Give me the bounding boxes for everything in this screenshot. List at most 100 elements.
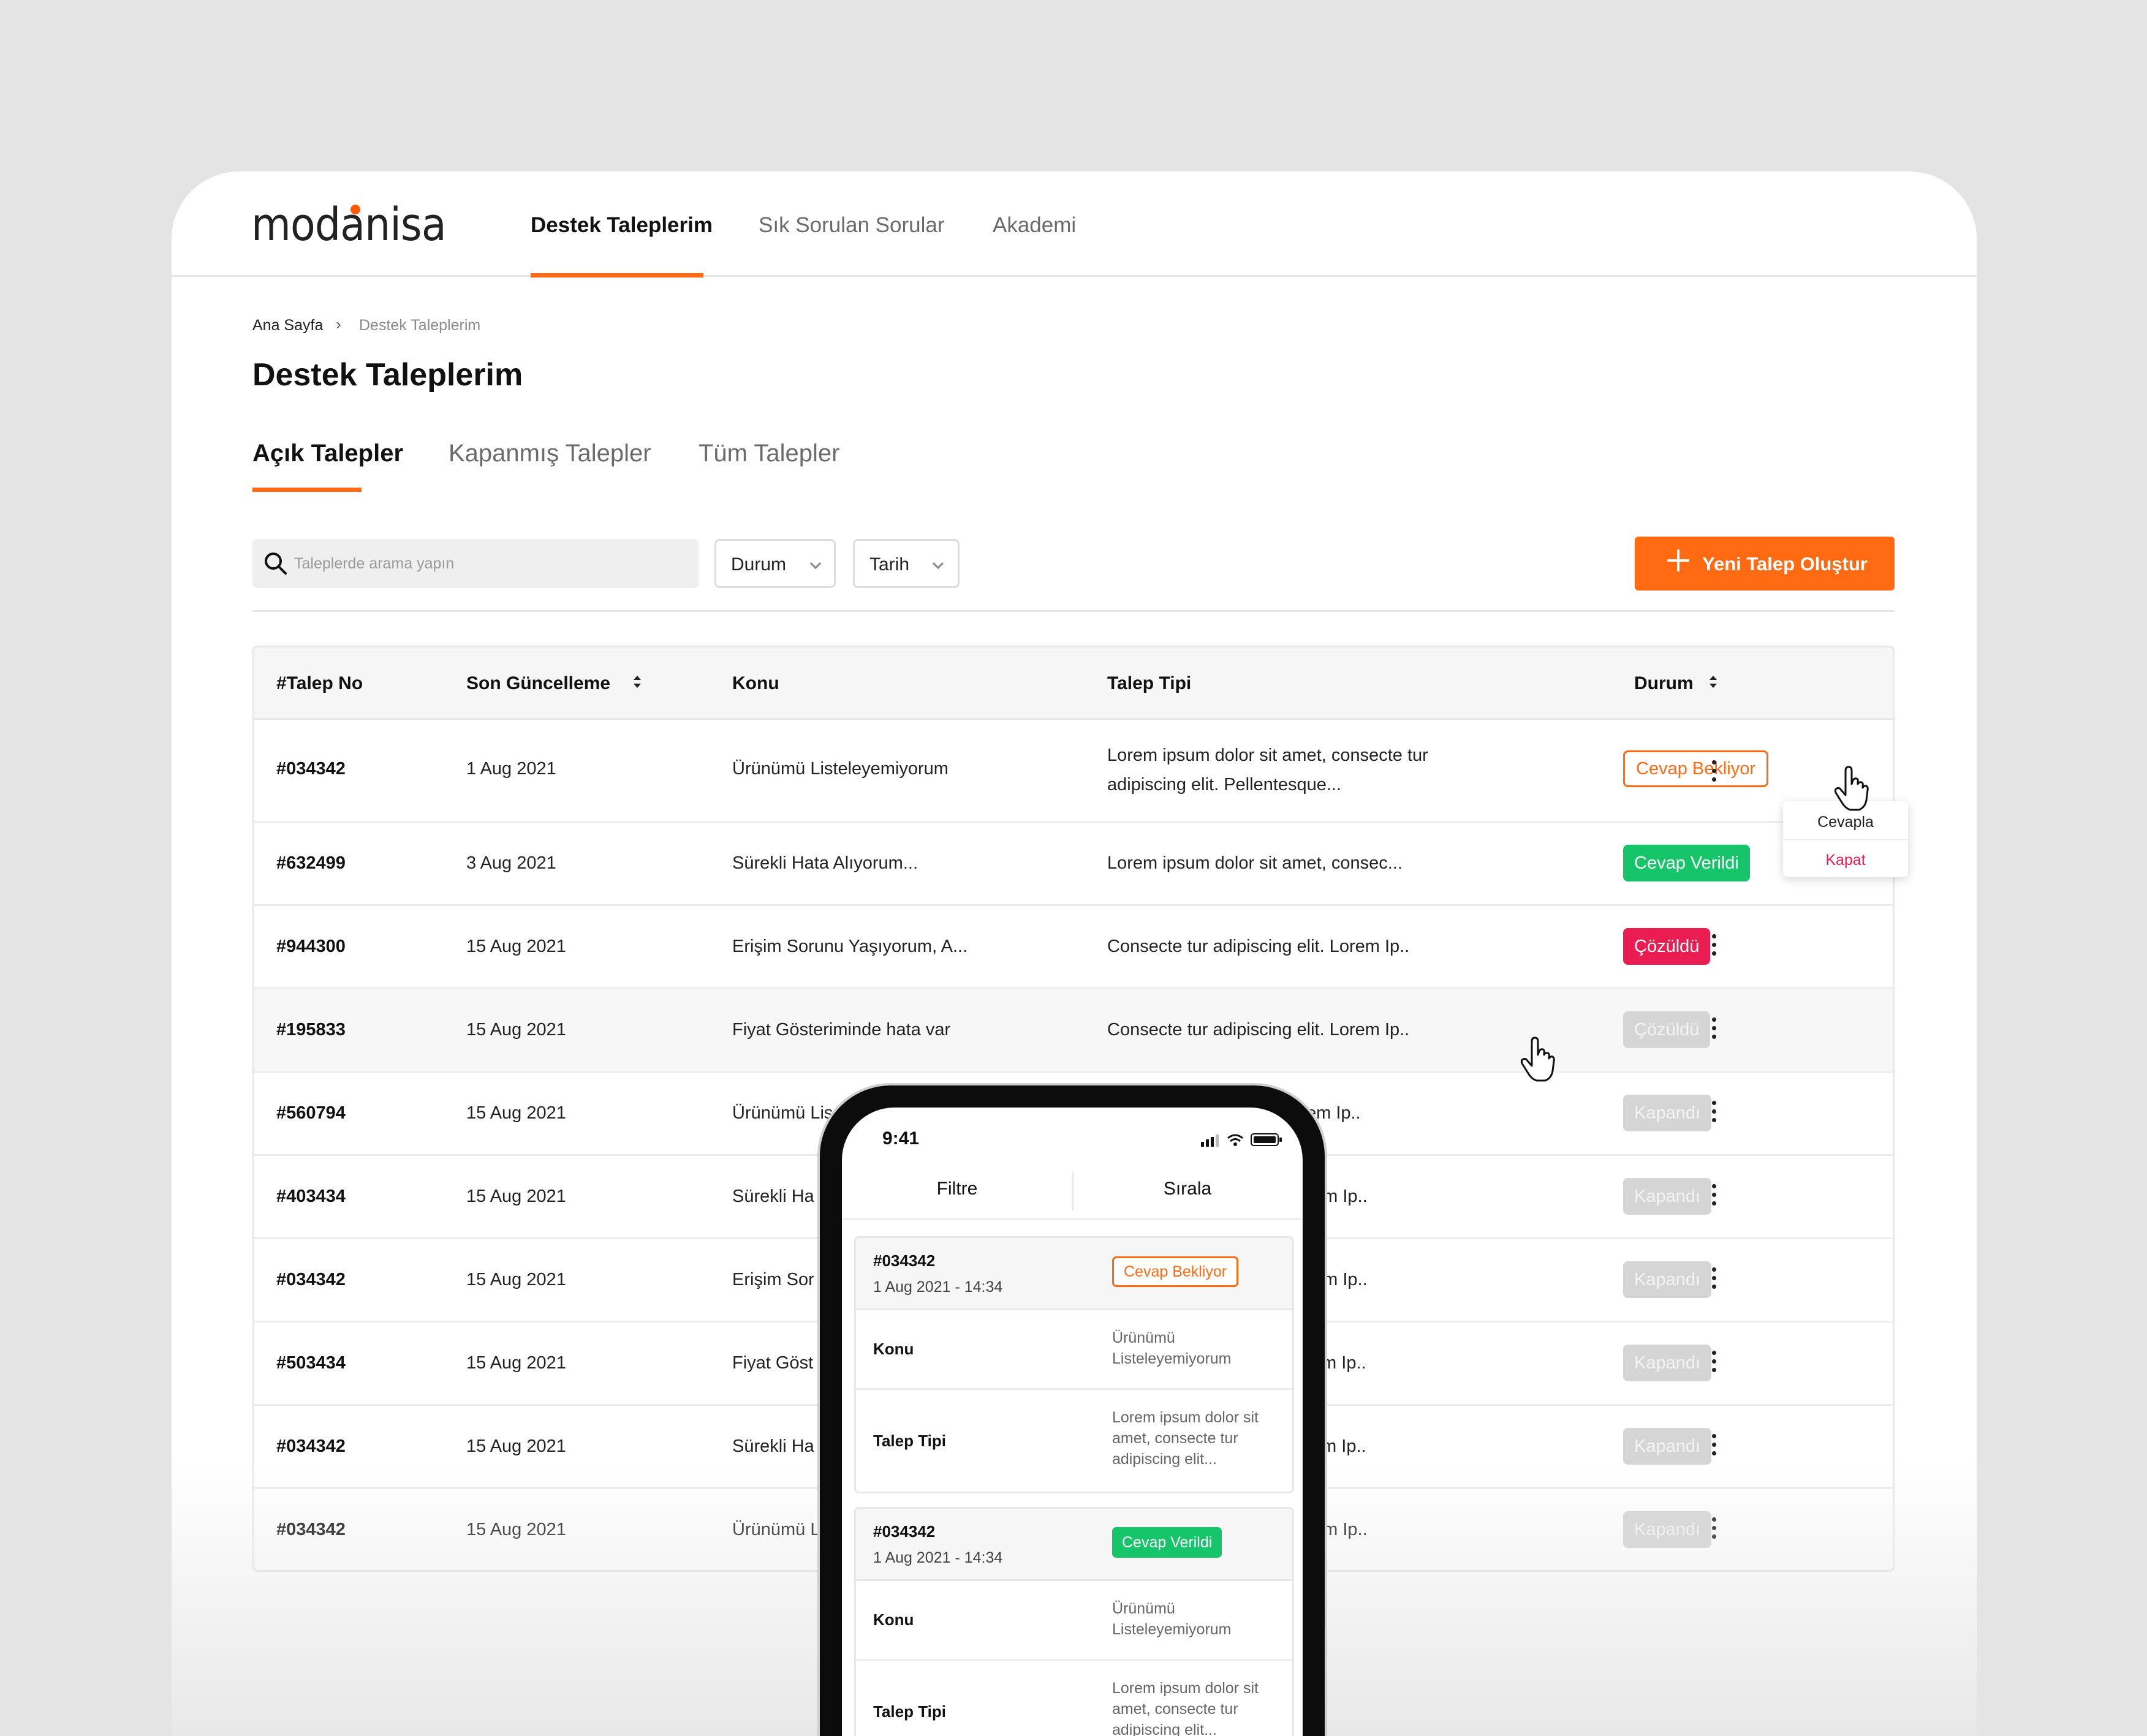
- last-updated: 1 Aug 2021: [466, 759, 556, 779]
- status-badge: Cevap Verildi: [1112, 1527, 1222, 1558]
- mobile-ticket-card[interactable]: #034342 1 Aug 2021 - 14:34 Cevap Verildi…: [854, 1507, 1294, 1736]
- status-badge: Kapandı: [1623, 1178, 1712, 1215]
- ticket-number[interactable]: #944300: [276, 937, 346, 957]
- sort-icon[interactable]: [632, 672, 643, 692]
- search-box[interactable]: [252, 539, 699, 588]
- mobile-filter-button[interactable]: Filtre: [842, 1179, 1072, 1199]
- more-options-icon[interactable]: [1708, 1017, 1720, 1044]
- ticket-number[interactable]: #403434: [276, 1187, 346, 1207]
- new-ticket-button[interactable]: Yeni Talep Oluştur: [1635, 537, 1895, 591]
- status-badge: Çözüldü: [1623, 928, 1711, 965]
- nav-item-sss[interactable]: Sık Sorulan Sorular: [759, 213, 944, 238]
- ticket-type: Consecte tur adipiscing elit. Lorem Ip..: [1107, 937, 1410, 956]
- mobile-ticket-card[interactable]: #034342 1 Aug 2021 - 14:34 Cevap Bekliyo…: [854, 1236, 1294, 1493]
- ticket-number[interactable]: #034342: [276, 759, 346, 779]
- more-options-icon[interactable]: [1708, 1434, 1720, 1461]
- nav-item-destek-taleplerim[interactable]: Destek Taleplerim: [531, 213, 713, 238]
- ticket-subject: Ürünümü Lis: [732, 1103, 833, 1123]
- tab-acik-talepler[interactable]: Açık Talepler: [252, 440, 403, 467]
- ticket-subject: Sürekli Ha: [732, 1436, 814, 1456]
- subject-value: Ürünümü Listeleyemiyorum: [1112, 1329, 1232, 1367]
- ticket-type: Lorem ipsum dolor sit amet, consec...: [1107, 853, 1403, 873]
- column-son-guncelleme[interactable]: Son Güncelleme: [466, 673, 610, 694]
- brand-logo[interactable]: modanisa: [251, 198, 447, 251]
- status-badge: Kapandı: [1623, 1511, 1712, 1548]
- status-badge: Cevap Bekliyor: [1623, 750, 1769, 787]
- table-row[interactable]: #944300 15 Aug 2021 Erişim Sorunu Yaşıyo…: [254, 906, 1893, 989]
- more-options-icon[interactable]: [1708, 934, 1720, 961]
- last-updated: 15 Aug 2021: [466, 1020, 566, 1040]
- breadcrumb-chevron-icon: ›: [336, 315, 341, 333]
- table-row[interactable]: #195833 15 Aug 2021 Fiyat Gösteriminde h…: [254, 989, 1893, 1073]
- tab-active-indicator: [252, 488, 362, 492]
- ticket-subject: Fiyat Göst: [732, 1353, 814, 1373]
- ticket-subject: Fiyat Gösteriminde hata var: [732, 1020, 951, 1040]
- status-badge: Cevap Verildi: [1623, 845, 1750, 881]
- status-filter-label: Durum: [731, 554, 787, 575]
- status-badge: Cevap Bekliyor: [1112, 1256, 1239, 1287]
- table-header: #Talep No Son Güncelleme Konu Talep Tipi…: [254, 647, 1893, 720]
- ticket-subject: Ürünümü L: [732, 1520, 820, 1539]
- subject-key: Konu: [873, 1610, 914, 1629]
- ticket-number[interactable]: #560794: [276, 1103, 346, 1123]
- last-updated: 15 Aug 2021: [466, 1353, 566, 1373]
- ticket-number[interactable]: #034342: [276, 1436, 346, 1457]
- ticket-number[interactable]: #034342: [276, 1270, 346, 1290]
- ticket-subject: Erişim Sorunu Yaşıyorum, A...: [732, 937, 968, 956]
- status-badge: Çözüldü: [1623, 1011, 1711, 1048]
- ticket-number[interactable]: #034342: [276, 1520, 346, 1540]
- mobile-card-row: Konu Ürünümü Listeleyemiyorum: [856, 1581, 1292, 1661]
- mobile-screen: 9:41 Filtre Sırala #034342 1 Aug 2021 - …: [842, 1108, 1303, 1736]
- more-options-icon[interactable]: [1708, 1184, 1720, 1211]
- column-talep-tipi: Talep Tipi: [1107, 673, 1192, 693]
- plus-icon: [1667, 549, 1689, 572]
- ticket-number[interactable]: #034342: [873, 1522, 935, 1541]
- table-row[interactable]: #034342 1 Aug 2021 Ürünümü Listeleyemiyo…: [254, 720, 1893, 823]
- mobile-card-header: #034342 1 Aug 2021 - 14:34 Cevap Bekliyo…: [856, 1238, 1292, 1310]
- date-filter-select[interactable]: Tarih: [853, 539, 960, 588]
- menu-item-cevapla[interactable]: Cevapla: [1783, 813, 1908, 831]
- chevron-down-icon: [809, 562, 822, 570]
- date-filter-label: Tarih: [869, 554, 910, 575]
- column-durum[interactable]: Durum: [1634, 673, 1694, 694]
- toolbar-divider: [252, 610, 1895, 612]
- status-filter-select[interactable]: Durum: [714, 539, 836, 588]
- mobile-card-row: Talep Tipi Lorem ipsum dolor sit amet, c…: [856, 1390, 1292, 1492]
- search-icon: [265, 553, 287, 575]
- logo-dot: [350, 205, 360, 214]
- ticket-type: Lorem ipsum dolor sit amet, consecte tur…: [1107, 745, 1428, 794]
- breadcrumb-home[interactable]: Ana Sayfa: [252, 317, 323, 334]
- ticket-date: 1 Aug 2021 - 14:34: [873, 1278, 1003, 1296]
- more-options-icon[interactable]: [1708, 1351, 1720, 1378]
- table-row[interactable]: #632499 3 Aug 2021 Sürekli Hata Alıyorum…: [254, 823, 1893, 906]
- ticket-type: Consecte tur adipiscing elit. Lorem Ip..: [1107, 1020, 1410, 1040]
- ticket-number[interactable]: #503434: [276, 1353, 346, 1373]
- menu-item-kapat[interactable]: Kapat: [1783, 851, 1908, 869]
- more-options-icon[interactable]: [1708, 1267, 1720, 1294]
- mobile-card-row: Talep Tipi Lorem ipsum dolor sit amet, c…: [856, 1661, 1292, 1736]
- subject-value: Ürünümü Listeleyemiyorum: [1112, 1600, 1232, 1638]
- menu-divider: [1783, 839, 1908, 840]
- subject-key: Konu: [873, 1340, 914, 1358]
- sort-icon[interactable]: [1708, 672, 1719, 692]
- tab-kapanmis-talepler[interactable]: Kapanmış Talepler: [449, 440, 651, 467]
- ticket-number[interactable]: #632499: [276, 853, 346, 874]
- type-value: Lorem ipsum dolor sit amet, consecte tur…: [1112, 1680, 1259, 1736]
- mobile-sort-button[interactable]: Sırala: [1072, 1179, 1303, 1199]
- search-input[interactable]: [294, 539, 686, 588]
- tab-tum-talepler[interactable]: Tüm Talepler: [699, 440, 839, 467]
- mobile-toolbar: Filtre Sırala: [842, 1164, 1303, 1220]
- ticket-subject: Erişim Sor: [732, 1270, 814, 1289]
- status-badge: Kapandı: [1623, 1345, 1712, 1381]
- status-badge: Kapandı: [1623, 1261, 1712, 1298]
- status-icons: [1201, 1133, 1282, 1147]
- nav-item-akademi[interactable]: Akademi: [993, 213, 1076, 238]
- more-options-icon[interactable]: [1708, 760, 1720, 787]
- more-options-icon[interactable]: [1708, 1101, 1720, 1128]
- ticket-number[interactable]: #195833: [276, 1020, 346, 1040]
- last-updated: 15 Aug 2021: [466, 937, 566, 956]
- ticket-subject: Ürünümü Listeleyemiyorum: [732, 759, 949, 779]
- ticket-number[interactable]: #034342: [873, 1251, 935, 1270]
- status-time: 9:41: [882, 1128, 920, 1149]
- more-options-icon[interactable]: [1708, 1517, 1720, 1544]
